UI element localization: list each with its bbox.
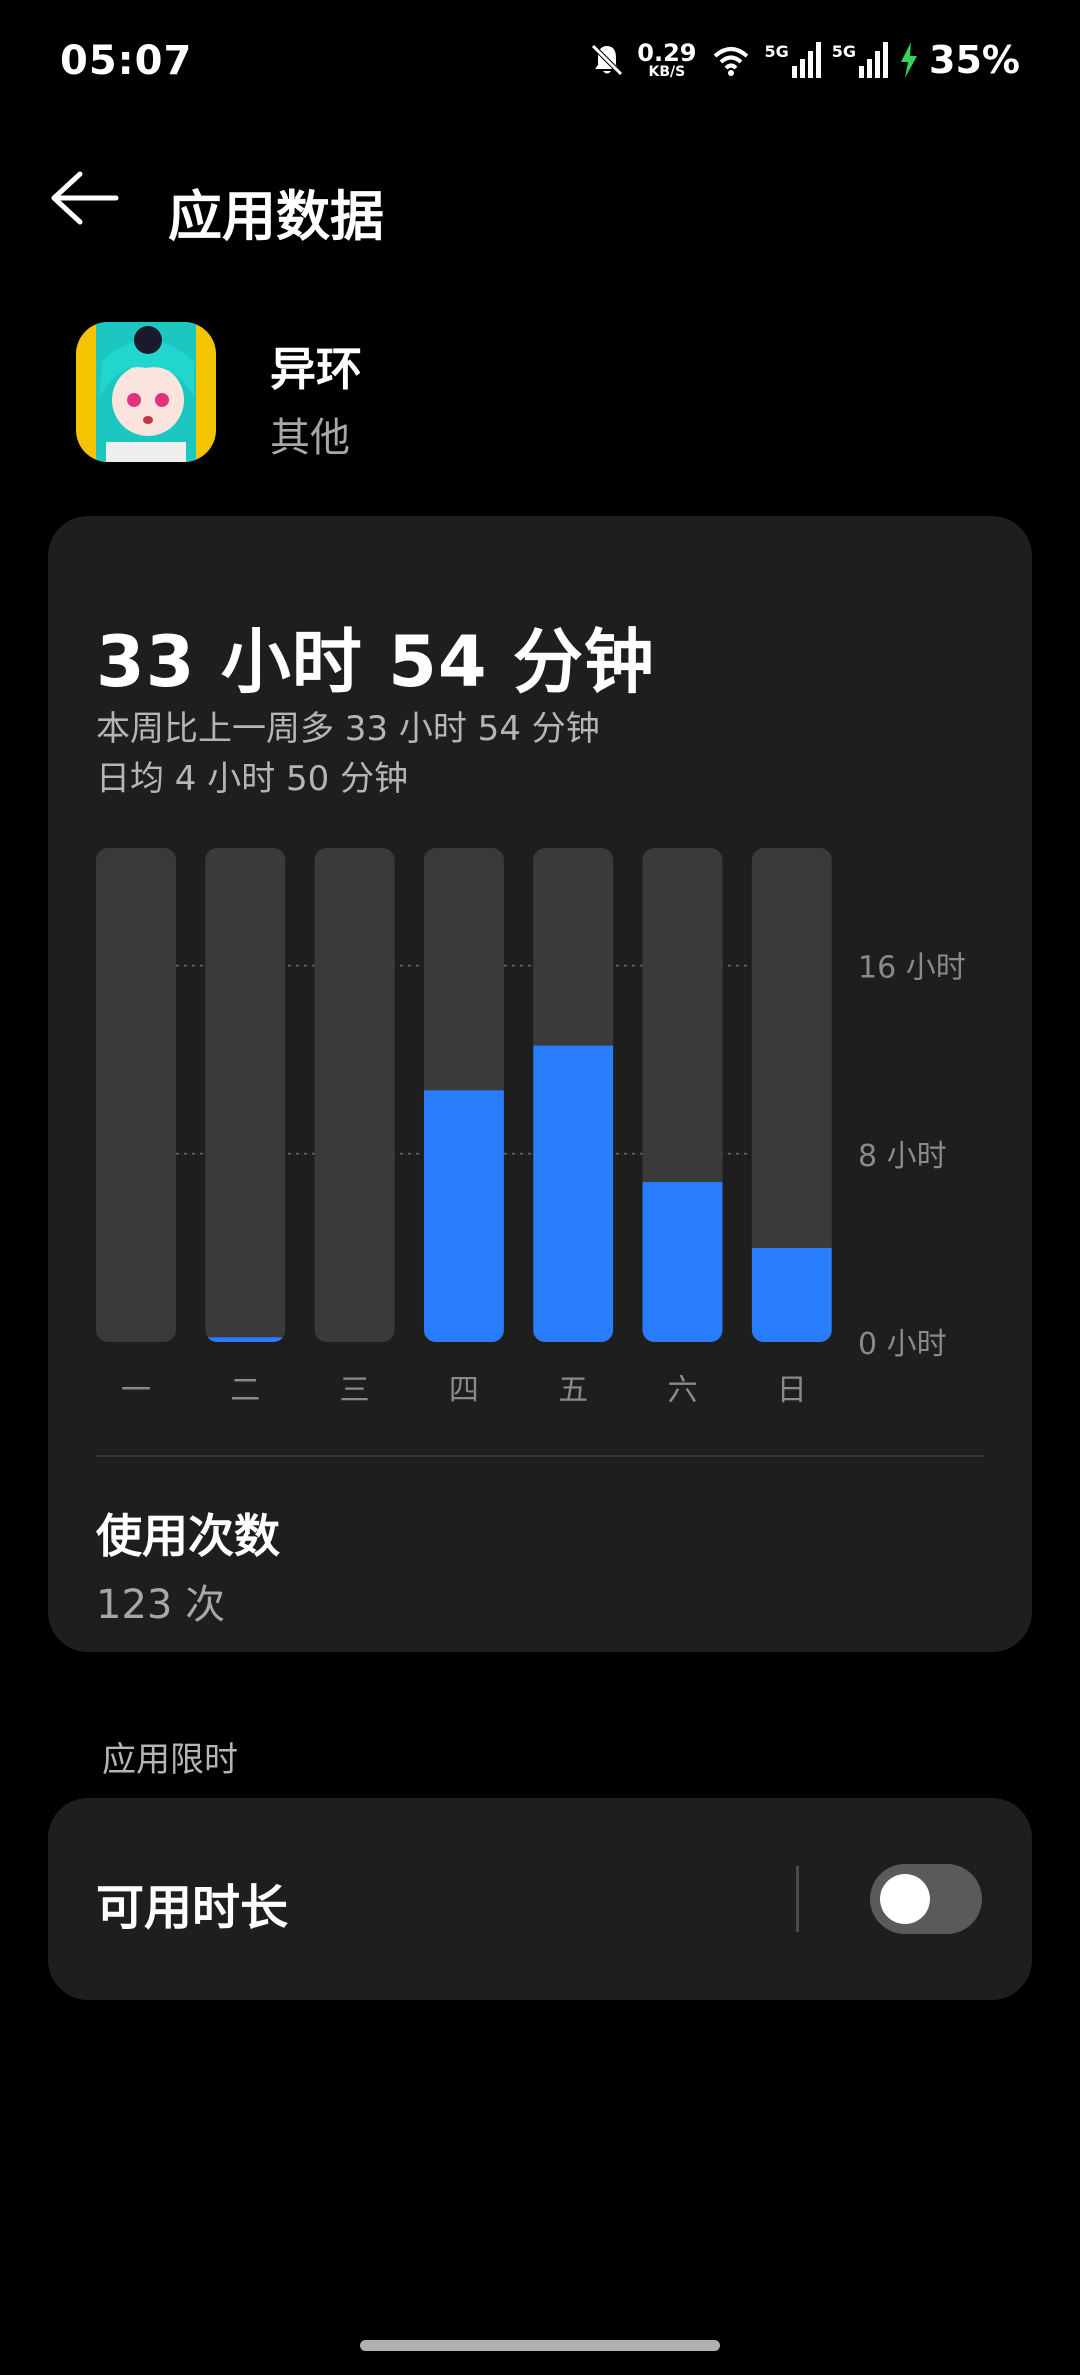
y-tick-label: 0 小时	[858, 1327, 947, 1362]
launch-count-title: 使用次数	[96, 1509, 280, 1563]
toggle-knob	[880, 1874, 930, 1924]
net-speed-value: 0.29	[637, 39, 697, 67]
bar-六[interactable]	[642, 1182, 723, 1342]
signal-1-label: 5G	[764, 42, 789, 61]
net-speed-unit: KB/S	[648, 64, 686, 80]
section-label-app-limit: 应用限时	[102, 1740, 238, 1780]
x-tick-label: 三	[340, 1373, 370, 1408]
status-time: 05:07	[60, 38, 193, 84]
status-bar: 05:07 0.29 KB/S 5G 5G 35%	[0, 0, 1080, 130]
signal-bars-icon	[791, 42, 821, 78]
launch-count-value: 123 次	[96, 1582, 226, 1628]
net-speed: 0.29 KB/S	[637, 41, 696, 79]
signal-2-label: 5G	[831, 42, 857, 61]
bar-track	[205, 848, 286, 1342]
x-tick-label: 四	[449, 1373, 479, 1408]
weekly-usage-chart: 0 小时 8 小时 16 小时一 二 三 四 五 六 日	[96, 848, 966, 1408]
x-tick-label: 日	[777, 1373, 807, 1408]
x-tick-label: 五	[558, 1373, 588, 1408]
bar-track	[314, 848, 395, 1342]
app-category: 其他	[270, 415, 350, 461]
x-tick-label: 六	[668, 1373, 698, 1408]
app-name: 异环	[270, 342, 362, 396]
x-tick-label: 一	[121, 1373, 151, 1408]
y-tick-label: 16 小时	[858, 951, 966, 986]
app-icon	[76, 322, 216, 462]
divider	[96, 1455, 984, 1457]
back-arrow-icon[interactable]	[46, 168, 126, 228]
signal-bars-icon	[859, 42, 889, 78]
home-indicator[interactable]	[360, 2340, 720, 2351]
mute-bell-icon	[591, 44, 624, 76]
signal-2: 5G	[832, 42, 889, 78]
bar-二[interactable]	[205, 1337, 286, 1342]
available-duration-toggle[interactable]	[870, 1864, 982, 1934]
bar-五[interactable]	[533, 1045, 614, 1342]
bar-四[interactable]	[423, 1090, 504, 1342]
y-tick-label: 8 小时	[858, 1139, 947, 1174]
bar-track	[96, 848, 176, 1342]
signal-1: 5G	[765, 42, 822, 78]
divider-vertical	[796, 1866, 799, 1932]
app-avatar-icon	[76, 322, 216, 462]
app-bar: 应用数据	[0, 150, 1080, 250]
wifi-icon	[713, 47, 748, 76]
available-duration-label: 可用时长	[96, 1880, 289, 1936]
status-icons: 0.29 KB/S 5G 5G 35%	[587, 38, 1020, 82]
usage-card: 33 小时 54 分钟 本周比上一周多 33 小时 54 分钟 日均 4 小时 …	[48, 516, 1032, 1652]
page-title: 应用数据	[168, 185, 384, 248]
bar-日[interactable]	[751, 1247, 832, 1342]
charging-bolt-icon	[901, 42, 918, 78]
battery-percent: 35%	[929, 38, 1020, 82]
app-limit-card[interactable]: 可用时长	[48, 1798, 1032, 2000]
x-tick-label: 二	[230, 1373, 260, 1408]
